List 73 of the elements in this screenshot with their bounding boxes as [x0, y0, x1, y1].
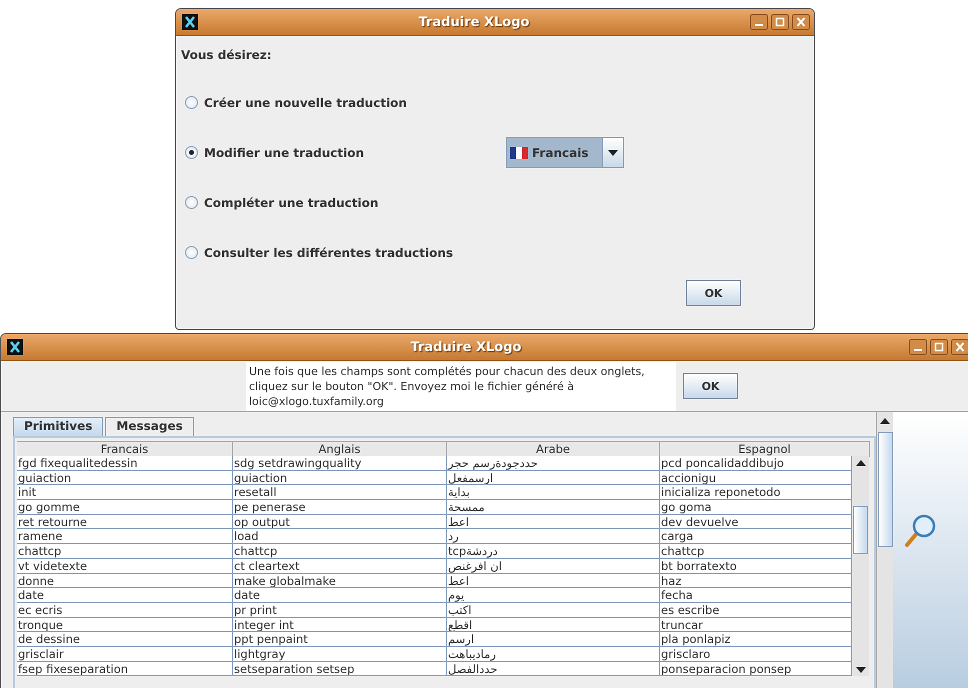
- table-cell[interactable]: setseparation setsep: [233, 662, 447, 676]
- radio-option[interactable]: Modifier une traduction: [181, 146, 506, 160]
- table-cell[interactable]: pr print: [233, 602, 447, 618]
- table-cell[interactable]: op output: [233, 514, 447, 530]
- table-cell[interactable]: lightgray: [233, 646, 447, 662]
- table-cell[interactable]: رد: [447, 529, 660, 544]
- table-cell[interactable]: بداية: [447, 485, 660, 500]
- table-cell[interactable]: اقطع: [447, 618, 660, 632]
- table-cell[interactable]: es escribe: [660, 602, 852, 618]
- table-cell[interactable]: ret retourne: [17, 514, 233, 530]
- table-cell[interactable]: guiaction: [233, 470, 447, 486]
- table-cell[interactable]: fgd fixequalitedessin: [17, 456, 233, 471]
- table-cell[interactable]: دردشةtcp: [447, 544, 660, 559]
- window-title: Traduire XLogo: [418, 14, 530, 30]
- table-cell[interactable]: tronque: [17, 618, 233, 632]
- language-dropdown[interactable]: Francais: [506, 137, 624, 168]
- table-cell[interactable]: ممسحة: [447, 500, 660, 515]
- table-cell[interactable]: make globalmake: [233, 574, 447, 588]
- tab[interactable]: Messages: [105, 417, 194, 436]
- table-cell[interactable]: ارسم: [447, 632, 660, 647]
- table-cell[interactable]: guiaction: [17, 470, 233, 486]
- instruction-text: Une fois que les champs sont complétés pour chacun des deux onglets, cliquez sur le bouton "OK". Envoyez moi le fichier généré à loic@xlogo.tuxfamily.org: [246, 362, 676, 410]
- table-cell[interactable]: haz: [660, 574, 852, 588]
- table-cell[interactable]: de dessine: [17, 632, 233, 647]
- table-cell[interactable]: ppt penpaint: [233, 632, 447, 647]
- window-title: Traduire XLogo: [410, 340, 522, 354]
- table-cell[interactable]: grisclair: [17, 646, 233, 662]
- table-cell[interactable]: اعط: [447, 574, 660, 588]
- radio-option[interactable]: Créer une nouvelle traduction: [181, 96, 506, 110]
- table-cell[interactable]: اكتب: [447, 602, 660, 618]
- prompt-label: Vous désirez:: [181, 48, 273, 62]
- table-cell[interactable]: يوم: [447, 588, 660, 603]
- table-cell[interactable]: ramene: [17, 529, 233, 544]
- table-cell[interactable]: رماديباهت: [447, 646, 660, 662]
- table-cell[interactable]: ec ecris: [17, 602, 233, 618]
- table-cell[interactable]: donne: [17, 574, 233, 588]
- ok-button[interactable]: OK: [686, 280, 741, 306]
- table-cell[interactable]: chattcp: [660, 544, 852, 559]
- table-cell[interactable]: inicializa reponetodo: [660, 485, 852, 500]
- table-cell[interactable]: go goma: [660, 500, 852, 515]
- table-cell[interactable]: chattcp: [17, 544, 233, 559]
- table-cell[interactable]: sdg setdrawingquality: [233, 456, 447, 471]
- radio-option[interactable]: Compléter une traduction: [181, 196, 506, 210]
- table-cell[interactable]: carga: [660, 529, 852, 544]
- table-cell[interactable]: bt borratexto: [660, 558, 852, 574]
- table-cell[interactable]: vt videtexte: [17, 558, 233, 574]
- table-cell[interactable]: integer int: [233, 618, 447, 632]
- table-cell[interactable]: ct cleartext: [233, 558, 447, 574]
- table-cell[interactable]: dev devuelve: [660, 514, 852, 530]
- table-cell[interactable]: pcd poncalidaddibujo: [660, 456, 852, 471]
- table-cell[interactable]: date: [17, 588, 233, 603]
- table-cell[interactable]: init: [17, 485, 233, 500]
- table-cell[interactable]: resetall: [233, 485, 447, 500]
- table-cell[interactable]: حددجودةرسم حجر: [447, 456, 660, 471]
- table-cell[interactable]: date: [233, 588, 447, 603]
- table-cell[interactable]: fsep fixeseparation: [17, 662, 233, 676]
- table-cell[interactable]: grisclaro: [660, 646, 852, 662]
- table-cell[interactable]: ارسمفعل: [447, 470, 660, 486]
- table-cell[interactable]: pla ponlapiz: [660, 632, 852, 647]
- table-cell[interactable]: accionigu: [660, 470, 852, 486]
- table-cell[interactable]: fecha: [660, 588, 852, 603]
- table-cell[interactable]: pe penerase: [233, 500, 447, 515]
- table-cell[interactable]: truncar: [660, 618, 852, 632]
- table-cell[interactable]: go gomme: [17, 500, 233, 515]
- ok-button[interactable]: OK: [683, 373, 738, 399]
- table-cell[interactable]: ان افرغنص: [447, 558, 660, 574]
- table-cell[interactable]: حددالفصل: [447, 662, 660, 676]
- table-cell[interactable]: ponseparacion ponsep: [660, 662, 852, 676]
- table-cell[interactable]: load: [233, 529, 447, 544]
- radio-option[interactable]: Consulter les différentes traductions: [181, 246, 506, 260]
- tab[interactable]: Primitives: [13, 417, 104, 436]
- table-cell[interactable]: اعط: [447, 514, 660, 530]
- table-cell[interactable]: chattcp: [233, 544, 447, 559]
